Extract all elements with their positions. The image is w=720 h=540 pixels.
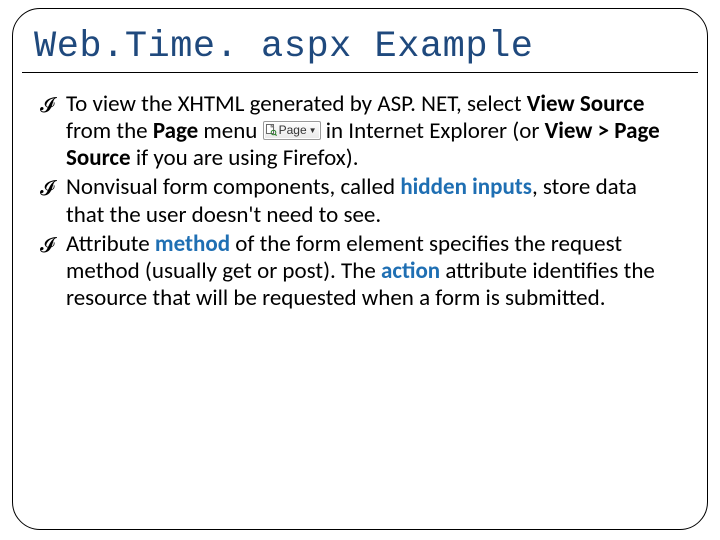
bullet-item: 𝓘 Attribute method of the form element s… xyxy=(40,231,680,312)
text-bold: View Source xyxy=(527,90,645,118)
text-run: from the xyxy=(66,117,153,145)
text-run: Attribute xyxy=(66,230,155,258)
text-bold: Page xyxy=(153,117,198,145)
text-run: To view the XHTML generated by ASP. NET,… xyxy=(66,90,527,118)
text-run: if you are using Firefox). xyxy=(131,144,359,172)
bullet-icon: 𝓘 xyxy=(40,93,54,118)
chevron-down-icon: ▼ xyxy=(309,123,317,139)
keyword: action xyxy=(381,257,440,285)
text-run: in Internet Explorer (or xyxy=(321,117,545,145)
page-icon xyxy=(265,124,277,136)
slide-title: Web.Time. aspx Example xyxy=(34,26,690,68)
text-run: Nonvisual form components, called xyxy=(66,173,400,201)
keyword: hidden inputs xyxy=(400,173,532,201)
keyword: method xyxy=(155,230,230,258)
bullet-icon: 𝓘 xyxy=(40,176,54,201)
slide-body: 𝓘 To view the XHTML generated by ASP. NE… xyxy=(40,91,680,312)
page-menu-label: Page xyxy=(279,123,307,137)
title-divider xyxy=(22,72,698,73)
bullet-icon: 𝓘 xyxy=(40,233,54,258)
bullet-item: 𝓘 To view the XHTML generated by ASP. NE… xyxy=(40,91,680,172)
slide: Web.Time. aspx Example 𝓘 To view the XHT… xyxy=(0,0,720,540)
text-run: menu xyxy=(198,117,262,145)
page-menu-button: Page▼ xyxy=(263,121,321,140)
bullet-item: 𝓘 Nonvisual form components, called hidd… xyxy=(40,174,680,228)
